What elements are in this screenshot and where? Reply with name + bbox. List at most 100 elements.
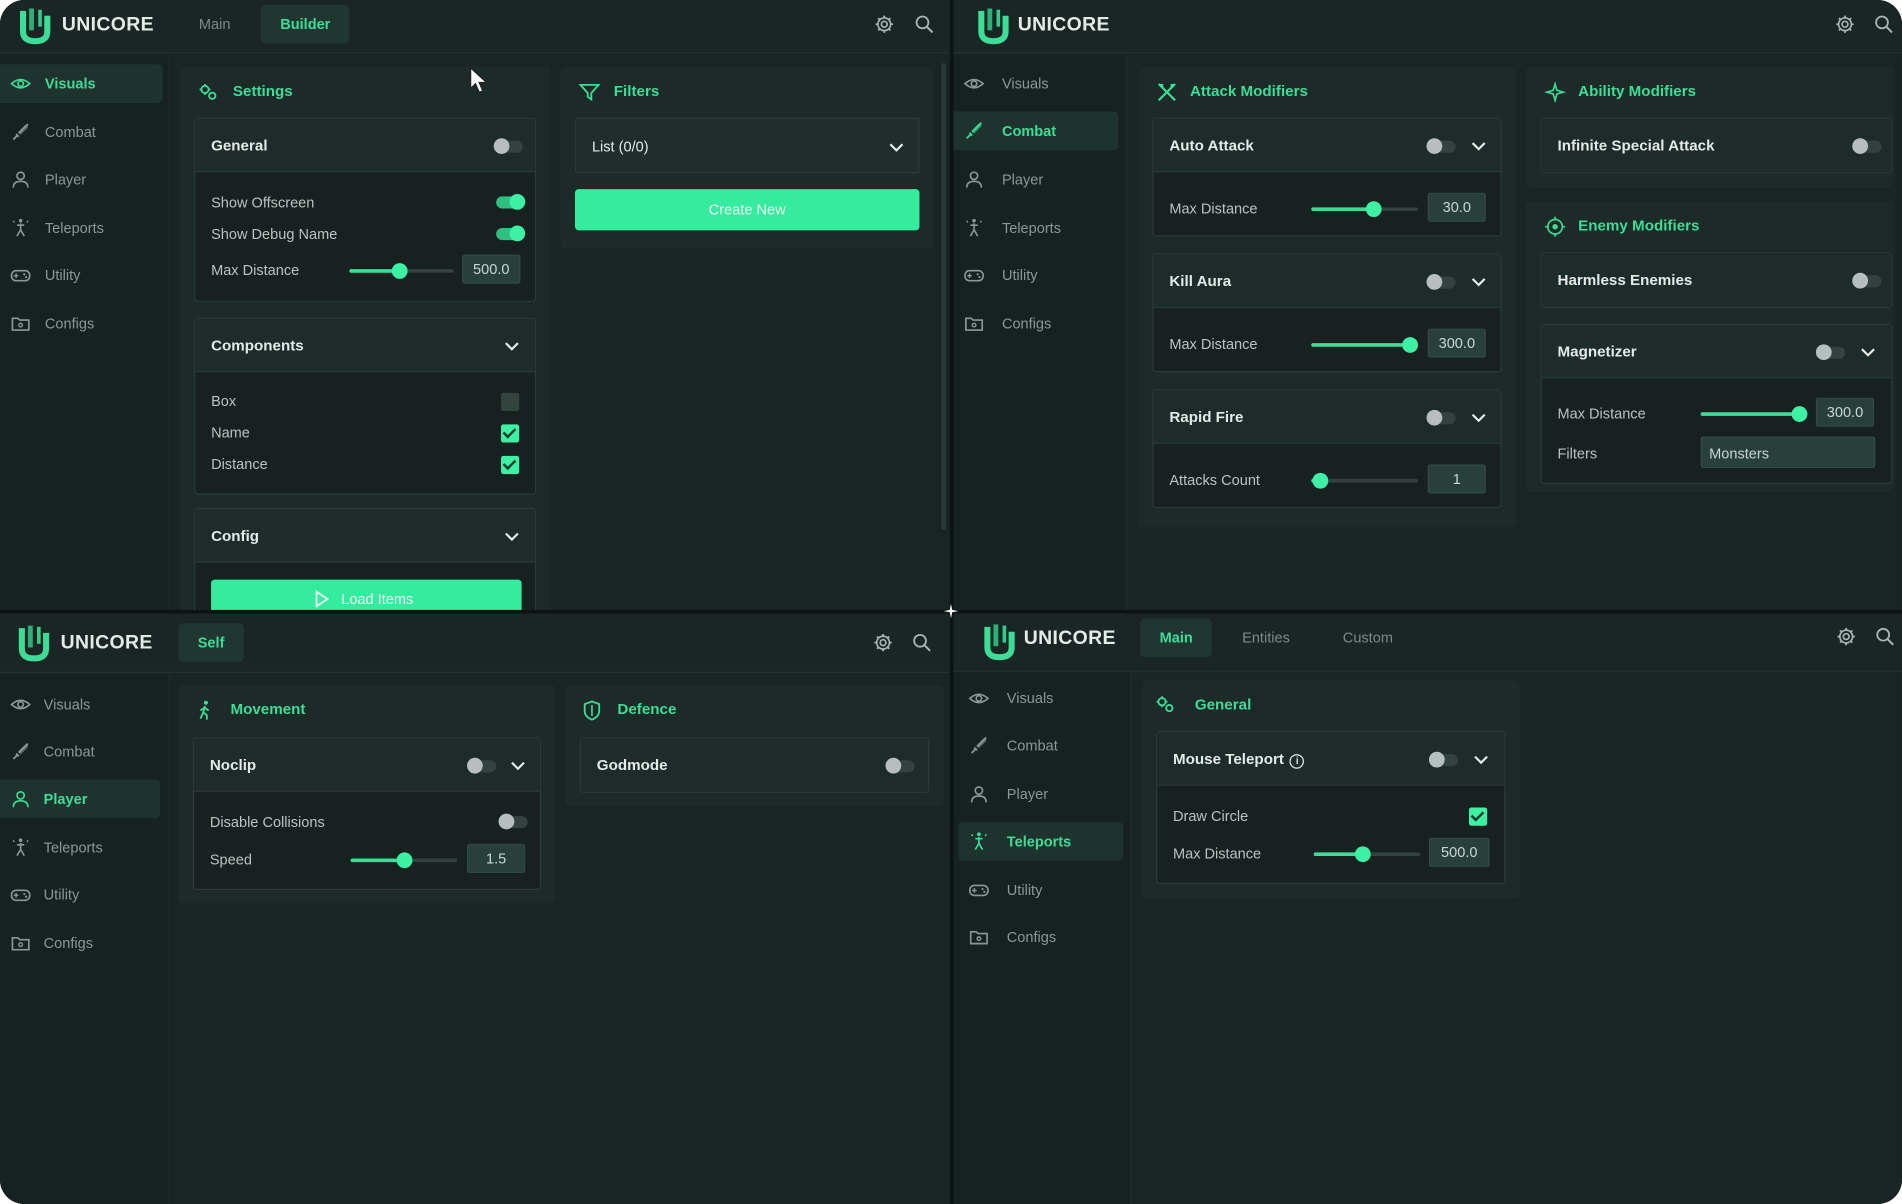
slider-knob[interactable] — [392, 263, 408, 279]
max-distance-value[interactable]: 30.0 — [1427, 192, 1486, 222]
card-header[interactable]: Noclip — [194, 738, 540, 792]
sidebar-item-teleports[interactable]: Teleports — [958, 822, 1124, 861]
noclip-toggle[interactable] — [467, 757, 497, 774]
card-header[interactable]: Magnetizer — [1541, 324, 1892, 379]
sidebar-item-configs[interactable]: Configs — [953, 304, 1116, 343]
card-header[interactable]: Kill Aura — [1153, 254, 1501, 308]
sidebar-item-teleports[interactable]: Teleports — [0, 209, 163, 248]
sidebar-item-utility[interactable]: Utility — [0, 875, 160, 914]
godmode-toggle[interactable] — [885, 757, 915, 774]
sidebar-item-visuals[interactable]: Visuals — [958, 679, 1123, 718]
chevron-down-icon[interactable] — [1861, 348, 1876, 358]
max-distance-value[interactable]: 300.0 — [1815, 397, 1875, 427]
tab-builder[interactable]: Builder — [260, 4, 350, 44]
card-header[interactable]: Infinite Special Attack — [1541, 118, 1892, 173]
slider-knob[interactable] — [1365, 201, 1382, 218]
chevron-down-icon[interactable] — [1471, 142, 1486, 152]
attacks-count-slider[interactable] — [1311, 472, 1419, 489]
create-new-button[interactable]: Create New — [574, 189, 920, 231]
sidebar-item-combat[interactable]: Combat — [953, 111, 1119, 151]
max-distance-value[interactable]: 300.0 — [1427, 328, 1486, 358]
tab-main[interactable]: Main — [180, 5, 250, 44]
tab-self[interactable]: Self — [178, 623, 244, 663]
show-offscreen-toggle[interactable] — [496, 193, 526, 210]
card-header[interactable]: Config — [195, 509, 535, 563]
magnetizer-toggle[interactable] — [1815, 344, 1845, 361]
sidebar-item-combat[interactable]: Combat — [0, 113, 163, 152]
sidebar-item-teleports[interactable]: Teleports — [953, 209, 1116, 248]
card-header[interactable]: Rapid Fire — [1153, 390, 1501, 444]
chevron-down-icon[interactable] — [505, 532, 520, 542]
kill-aura-toggle[interactable] — [1426, 274, 1456, 290]
search-icon[interactable] — [1873, 13, 1895, 35]
gear-icon[interactable] — [872, 632, 894, 654]
chevron-down-icon[interactable] — [1471, 278, 1486, 288]
attacks-count-value[interactable]: 1 — [1427, 464, 1486, 494]
sidebar-item-combat[interactable]: Combat — [0, 732, 160, 771]
card-header[interactable]: Components — [195, 318, 535, 373]
scrollbar[interactable] — [941, 63, 947, 530]
card-header[interactable]: Auto Attack — [1153, 118, 1501, 173]
show-debug-name-toggle[interactable] — [496, 225, 526, 242]
slider-knob[interactable] — [396, 852, 413, 869]
speed-value[interactable]: 1.5 — [467, 843, 526, 873]
sidebar-item-player[interactable]: Player — [953, 160, 1116, 199]
disable-collisions-toggle[interactable] — [498, 813, 528, 830]
sidebar-item-configs[interactable]: Configs — [0, 304, 163, 343]
slider-knob[interactable] — [1791, 406, 1808, 422]
max-distance-slider[interactable] — [1313, 846, 1421, 863]
chevron-down-icon[interactable] — [505, 342, 520, 352]
card-header[interactable]: Harmless Enemies — [1541, 253, 1892, 307]
tab-custom[interactable]: Custom — [1323, 618, 1412, 657]
draw-circle-checkbox[interactable] — [1468, 807, 1488, 826]
speed-slider[interactable] — [350, 852, 458, 869]
chevron-down-icon[interactable] — [511, 761, 526, 771]
filters-select[interactable]: Monsters — [1700, 436, 1876, 469]
sidebar-item-visuals[interactable]: Visuals — [0, 685, 160, 724]
max-distance-slider[interactable] — [1311, 201, 1419, 218]
search-icon[interactable] — [1874, 626, 1896, 648]
card-header[interactable]: General — [195, 118, 535, 173]
search-icon[interactable] — [913, 13, 935, 35]
sidebar-item-configs[interactable]: Configs — [0, 924, 160, 963]
chevron-down-icon[interactable] — [1474, 755, 1489, 765]
card-header[interactable]: Mouse Teleport i — [1157, 732, 1505, 786]
sidebar-item-visuals[interactable]: Visuals — [953, 64, 1116, 103]
auto-attack-toggle[interactable] — [1426, 138, 1456, 154]
sidebar-item-teleports[interactable]: Teleports — [0, 828, 160, 867]
name-checkbox[interactable] — [500, 424, 520, 443]
sidebar-item-configs[interactable]: Configs — [958, 918, 1123, 957]
tab-entities[interactable]: Entities — [1223, 618, 1310, 657]
box-checkbox[interactable] — [500, 392, 520, 412]
sidebar-item-player[interactable]: Player — [0, 779, 161, 819]
max-distance-slider[interactable] — [349, 263, 454, 279]
info-icon[interactable]: i — [1289, 754, 1305, 769]
sidebar-item-player[interactable]: Player — [958, 775, 1123, 814]
sidebar-item-utility[interactable]: Utility — [958, 871, 1123, 910]
rapid-fire-toggle[interactable] — [1426, 409, 1456, 426]
gear-icon[interactable] — [1834, 13, 1856, 35]
harmless-enemies-toggle[interactable] — [1852, 272, 1882, 289]
max-distance-value[interactable]: 500.0 — [1428, 837, 1490, 867]
general-toggle[interactable] — [493, 138, 523, 154]
sidebar-item-visuals[interactable]: Visuals — [0, 64, 163, 104]
sidebar-item-player[interactable]: Player — [0, 160, 163, 199]
slider-knob[interactable] — [1402, 337, 1418, 353]
max-distance-slider[interactable] — [1311, 337, 1419, 353]
tab-main[interactable]: Main — [1140, 618, 1213, 658]
slider-knob[interactable] — [1355, 846, 1372, 863]
filters-list-select[interactable]: List (0/0) — [574, 117, 920, 174]
infinite-special-attack-toggle[interactable] — [1852, 138, 1882, 154]
sidebar-item-combat[interactable]: Combat — [958, 726, 1123, 765]
chevron-down-icon[interactable] — [1471, 413, 1486, 423]
max-distance-slider[interactable] — [1700, 406, 1808, 422]
load-items-button[interactable]: Load Items — [211, 579, 522, 610]
gear-icon[interactable] — [1835, 626, 1857, 648]
mouse-teleport-toggle[interactable] — [1428, 751, 1459, 768]
search-icon[interactable] — [911, 632, 933, 654]
card-header[interactable]: Godmode — [581, 738, 928, 792]
max-distance-value[interactable]: 500.0 — [462, 254, 521, 284]
slider-knob[interactable] — [1312, 472, 1329, 489]
sidebar-item-utility[interactable]: Utility — [953, 256, 1116, 295]
sidebar-item-utility[interactable]: Utility — [0, 256, 163, 295]
